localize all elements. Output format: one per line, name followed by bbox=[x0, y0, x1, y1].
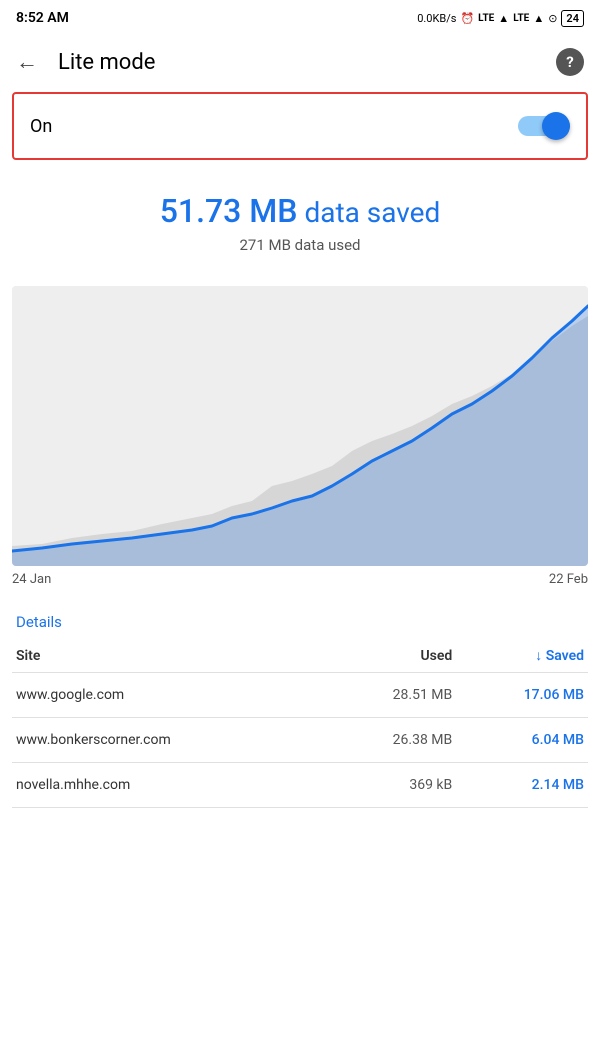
page-title: Lite mode bbox=[58, 50, 556, 75]
site-cell: www.google.com bbox=[12, 673, 326, 718]
lite-mode-toggle[interactable] bbox=[518, 112, 570, 140]
table-row: novella.mhhe.com 369 kB 2.14 MB bbox=[12, 763, 588, 808]
site-cell: www.bonkerscorner.com bbox=[12, 718, 326, 763]
col-header-used: Used bbox=[326, 639, 456, 673]
data-table-wrapper: Site Used ↓ Saved www.google.com 28.51 M… bbox=[0, 639, 600, 808]
chart-svg bbox=[12, 286, 588, 566]
battery-indicator: 24 bbox=[561, 10, 584, 27]
details-link[interactable]: Details bbox=[0, 593, 600, 639]
table-row: www.bonkerscorner.com 26.38 MB 6.04 MB bbox=[12, 718, 588, 763]
used-amount: 271 MB bbox=[239, 236, 290, 254]
header: ← Lite mode ? bbox=[0, 36, 600, 88]
used-cell: 26.38 MB bbox=[326, 718, 456, 763]
chart-start-date: 24 Jan bbox=[12, 572, 51, 587]
data-saved-main: 51.73 MB data saved bbox=[16, 192, 584, 230]
sites-table: Site Used ↓ Saved www.google.com 28.51 M… bbox=[12, 639, 588, 808]
status-icons: 0.0KB/s ⏰ LTE ▲ LTE ▲ ⊙ 24 bbox=[417, 10, 584, 27]
network-speed: 0.0KB/s bbox=[417, 12, 456, 25]
lte-icon2: LTE bbox=[513, 13, 529, 24]
chart-labels: 24 Jan 22 Feb bbox=[0, 566, 600, 593]
used-cell: 28.51 MB bbox=[326, 673, 456, 718]
col-header-saved: ↓ Saved bbox=[456, 639, 588, 673]
used-cell: 369 kB bbox=[326, 763, 456, 808]
data-chart bbox=[12, 286, 588, 566]
signal-icon2: ▲ bbox=[533, 12, 544, 25]
alarm-icon: ⏰ bbox=[460, 12, 474, 25]
data-used-sub: 271 MB data used bbox=[16, 236, 584, 254]
chart-end-date: 22 Feb bbox=[549, 572, 588, 587]
status-bar: 8:52 AM 0.0KB/s ⏰ LTE ▲ LTE ▲ ⊙ 24 bbox=[0, 0, 600, 36]
signal-icon1: ▲ bbox=[498, 12, 509, 25]
lte-icon: LTE bbox=[478, 13, 494, 24]
saved-header-label: Saved bbox=[546, 648, 584, 664]
saved-label: data saved bbox=[304, 196, 440, 229]
lite-mode-toggle-row[interactable]: On bbox=[12, 92, 588, 160]
saved-cell: 2.14 MB bbox=[456, 763, 588, 808]
site-cell: novella.mhhe.com bbox=[12, 763, 326, 808]
table-header-row: Site Used ↓ Saved bbox=[12, 639, 588, 673]
help-button[interactable]: ? bbox=[556, 48, 584, 76]
data-saved-section: 51.73 MB data saved 271 MB data used bbox=[0, 164, 600, 270]
back-button[interactable]: ← bbox=[16, 49, 38, 75]
wifi-icon: ⊙ bbox=[548, 12, 557, 25]
saved-amount: 51.73 MB bbox=[160, 192, 298, 230]
toggle-label: On bbox=[30, 116, 52, 137]
toggle-thumb bbox=[542, 112, 570, 140]
saved-cell: 17.06 MB bbox=[456, 673, 588, 718]
used-label: data used bbox=[295, 236, 361, 254]
table-row: www.google.com 28.51 MB 17.06 MB bbox=[12, 673, 588, 718]
saved-cell: 6.04 MB bbox=[456, 718, 588, 763]
arrow-down-icon: ↓ bbox=[535, 648, 542, 664]
status-time: 8:52 AM bbox=[16, 10, 69, 26]
col-header-site: Site bbox=[12, 639, 326, 673]
